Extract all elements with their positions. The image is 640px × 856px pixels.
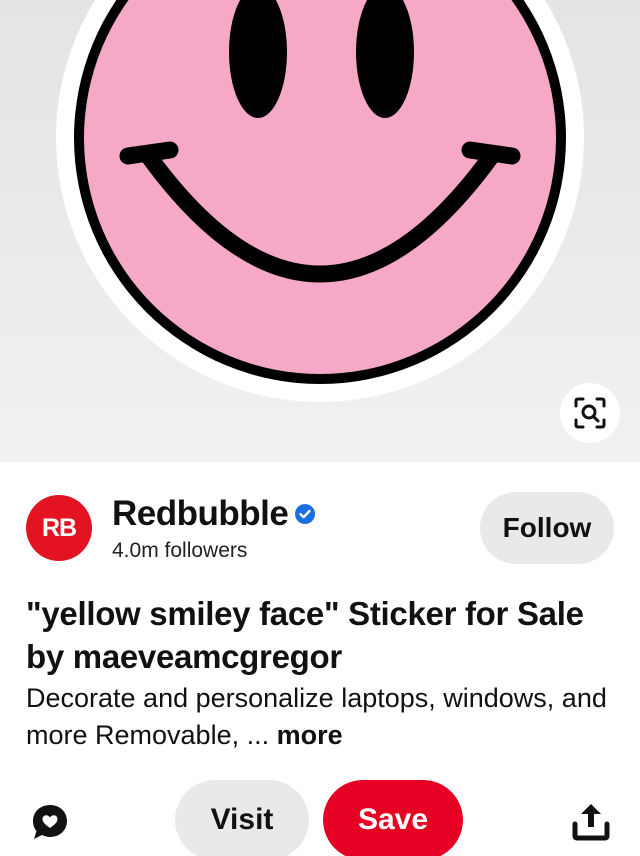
visual-search-button[interactable] [560,383,620,443]
more-link[interactable]: more [277,720,343,750]
save-button[interactable]: Save [323,780,463,856]
creator-name[interactable]: Redbubble [112,494,289,534]
creator-avatar[interactable]: RB [26,495,92,561]
pink-smiley-sticker-image [0,0,640,462]
visit-button[interactable]: Visit [175,780,309,856]
visual-search-icon [574,397,606,429]
pin-description: Decorate and personalize laptops, window… [26,680,616,754]
comment-icon[interactable] [30,802,70,842]
creator-name-wrap[interactable]: Redbubble [112,494,316,534]
follower-count: 4.0m followers [112,539,248,562]
pin-title: "yellow smiley face" Sticker for Sale by… [26,595,584,675]
verified-badge-icon [295,504,316,524]
action-bar: Visit Save [0,780,640,856]
share-icon[interactable] [570,800,612,842]
avatar-text: RB [41,513,77,542]
creator-row: RB Redbubble 4.0m followers Follow [26,492,616,564]
pin-image[interactable] [0,0,640,462]
follow-button[interactable]: Follow [480,492,614,564]
pin-detail-page: RB Redbubble 4.0m followers Follow "yell… [0,0,640,856]
